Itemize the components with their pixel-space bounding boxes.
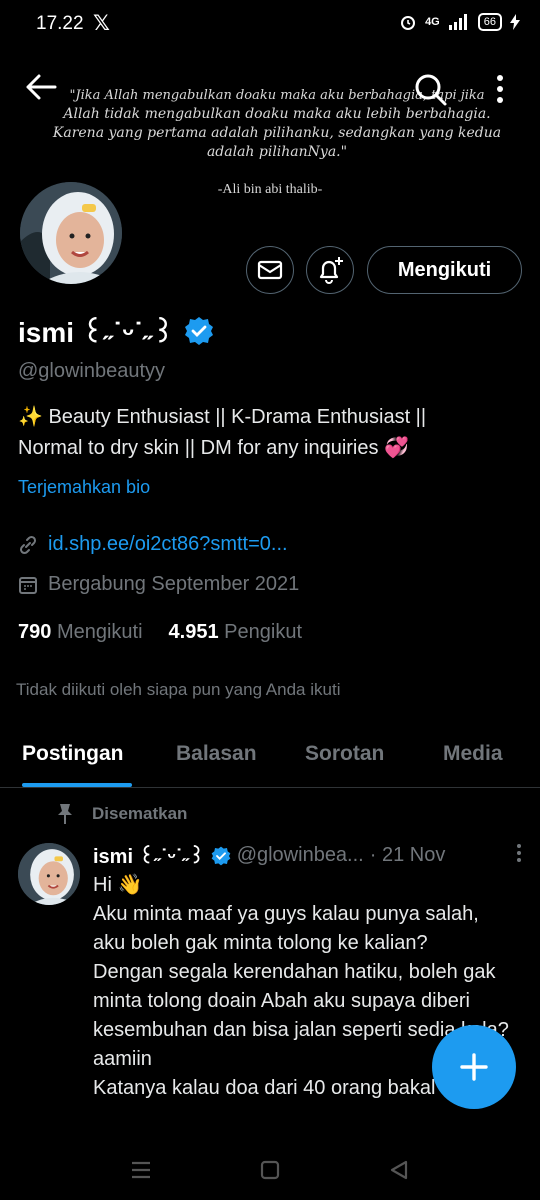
menu-lines-icon bbox=[132, 1161, 150, 1179]
post-author-name[interactable]: ismi ꒰˶˙ᵕ˙˶꒱ bbox=[93, 842, 205, 869]
post-avatar[interactable] bbox=[18, 843, 80, 905]
message-button[interactable] bbox=[246, 246, 294, 294]
following-count: 790 bbox=[18, 621, 52, 643]
link-icon bbox=[19, 535, 37, 554]
arrow-left-icon bbox=[26, 74, 57, 100]
profile-tabs: Postingan Balasan Sorotan Media bbox=[0, 718, 540, 788]
translate-bio-link[interactable]: Terjemahkan bio bbox=[18, 477, 150, 498]
compose-post-button[interactable] bbox=[432, 1025, 516, 1109]
following-button[interactable]: Mengikuti bbox=[367, 246, 522, 294]
profile-name-row: ismi ꒰˶˙ᵕ˙˶꒱ bbox=[18, 312, 214, 349]
following-label: Mengikuti bbox=[56, 621, 143, 643]
back-button[interactable] bbox=[24, 72, 64, 108]
active-tab-indicator bbox=[22, 783, 132, 787]
following-stat[interactable]: 790 Mengikuti bbox=[18, 621, 143, 644]
more-vertical-icon bbox=[497, 75, 503, 103]
calendar-icon bbox=[19, 576, 37, 594]
triangle-back-icon bbox=[390, 1160, 408, 1180]
verified-badge-icon bbox=[211, 846, 231, 865]
quote-line: adalah pilihanNya." bbox=[206, 144, 348, 160]
post-author-handle[interactable]: @glowinbea... bbox=[237, 844, 364, 867]
signal-icon bbox=[448, 14, 467, 30]
profile-bio: ✨ Beauty Enthusiast || K-Drama Enthusias… bbox=[18, 402, 518, 464]
bell-plus-icon bbox=[319, 257, 343, 284]
search-icon bbox=[415, 74, 447, 106]
status-icons: 4G 66 bbox=[399, 13, 520, 31]
joined-date: Bergabung September 2021 bbox=[48, 573, 300, 595]
charging-icon bbox=[510, 14, 520, 30]
profile-link-row[interactable]: id.shp.ee/oi2ct86?smtt=0... bbox=[18, 533, 288, 556]
not-followed-notice: Tidak diikuti oleh siapa pun yang Anda i… bbox=[16, 680, 341, 699]
x-logo-icon: 𝕏 bbox=[93, 12, 110, 35]
notification-button[interactable] bbox=[306, 246, 354, 294]
follow-stats: 790 Mengikuti 4.951 Pengikut bbox=[18, 621, 302, 644]
joined-date-row: Bergabung September 2021 bbox=[18, 573, 299, 596]
status-time: 17.22 bbox=[36, 13, 84, 34]
bio-line: Normal to dry skin || DM for any inquiri… bbox=[18, 437, 409, 459]
battery-indicator: 66 bbox=[477, 13, 502, 31]
post-date[interactable]: · 21 Nov bbox=[370, 844, 446, 867]
profile-avatar[interactable] bbox=[16, 178, 126, 288]
status-bar: 17.22 𝕏 4G 66 bbox=[0, 0, 540, 48]
post-header: ismi ꒰˶˙ᵕ˙˶꒱ @glowinbea... · 21 Nov bbox=[93, 842, 523, 869]
profile-name: ismi ꒰˶˙ᵕ˙˶꒱ bbox=[18, 317, 175, 348]
followers-count: 4.951 bbox=[168, 621, 219, 643]
home-square-icon bbox=[260, 1160, 280, 1180]
avatar-image bbox=[20, 182, 122, 284]
more-options-button[interactable] bbox=[486, 72, 514, 108]
more-vertical-icon bbox=[517, 843, 521, 862]
profile-link[interactable]: id.shp.ee/oi2ct86?smtt=0... bbox=[48, 533, 288, 556]
pinned-label-row: Disematkan bbox=[56, 803, 187, 825]
followers-stat[interactable]: 4.951 Pengikut bbox=[169, 621, 302, 644]
alarm-icon bbox=[401, 16, 416, 30]
system-nav-bar bbox=[0, 1140, 540, 1200]
home-button[interactable] bbox=[255, 1156, 285, 1184]
quote-line: Karena yang pertama adalah pilihanku, se… bbox=[52, 125, 502, 141]
tab-sorotan[interactable]: Sorotan bbox=[305, 742, 384, 766]
pinned-label: Disematkan bbox=[92, 804, 188, 823]
network-label: 4G bbox=[425, 16, 440, 28]
followers-label: Pengikut bbox=[224, 621, 303, 643]
pin-icon bbox=[58, 804, 72, 824]
recent-apps-button[interactable] bbox=[126, 1156, 156, 1184]
bio-line: ✨ Beauty Enthusiast || K-Drama Enthusias… bbox=[18, 406, 427, 428]
verified-badge-icon[interactable] bbox=[184, 316, 214, 346]
profile-handle: @glowinbeautyy bbox=[18, 360, 166, 382]
plus-icon bbox=[460, 1053, 488, 1081]
post-avatar-image bbox=[18, 843, 80, 905]
tab-media[interactable]: Media bbox=[443, 742, 503, 766]
tab-postingan[interactable]: Postingan bbox=[22, 742, 124, 766]
envelope-icon bbox=[257, 260, 283, 280]
back-nav-button[interactable] bbox=[384, 1156, 414, 1184]
search-button[interactable] bbox=[413, 72, 449, 108]
post-more-button[interactable] bbox=[515, 843, 523, 869]
tab-balasan[interactable]: Balasan bbox=[176, 742, 257, 766]
